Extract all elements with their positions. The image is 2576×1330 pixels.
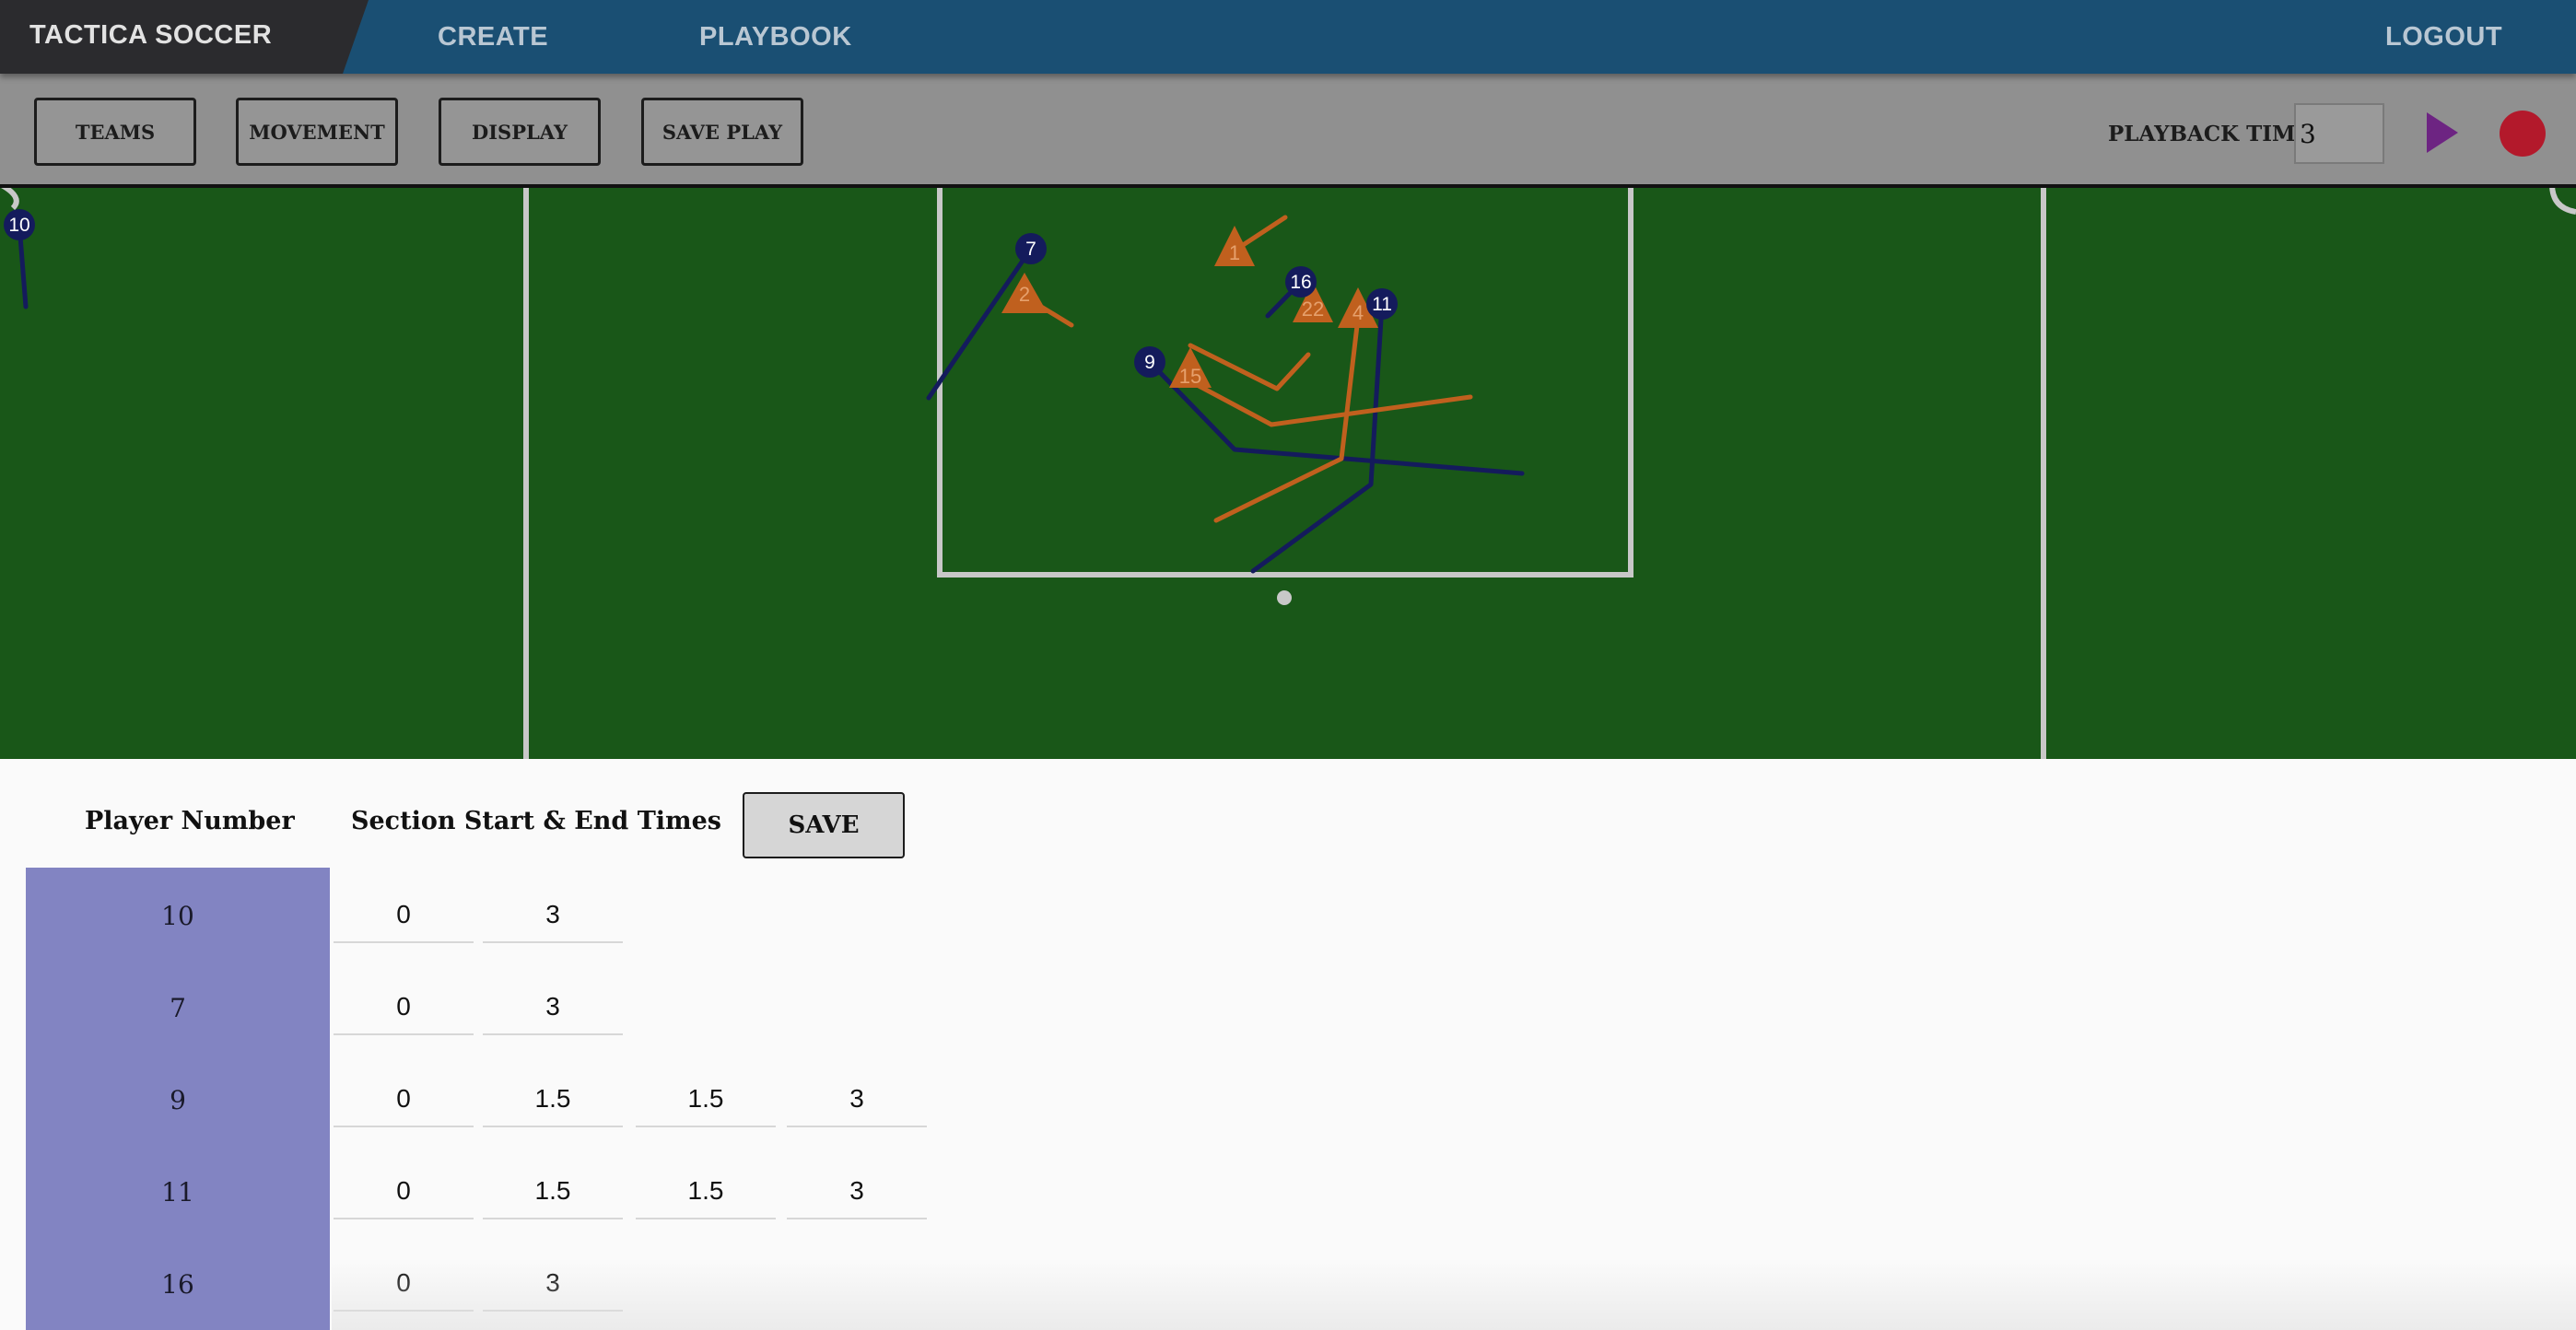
play-icon[interactable] bbox=[2427, 112, 2458, 153]
svg-text:2: 2 bbox=[1019, 283, 1030, 306]
player-number-header: Player Number bbox=[85, 807, 295, 835]
teams-button[interactable]: TEAMS bbox=[34, 98, 196, 166]
nav-logout-link[interactable]: LOGOUT bbox=[2385, 22, 2502, 52]
player-number-cell[interactable]: 16 bbox=[26, 1269, 330, 1300]
section-time-input[interactable] bbox=[483, 888, 623, 943]
table-row: 11 bbox=[0, 1146, 2576, 1238]
blue-player-10[interactable]: 10 bbox=[4, 209, 35, 240]
section-time-input[interactable] bbox=[787, 1164, 927, 1219]
nav-create-link[interactable]: CREATE bbox=[438, 22, 548, 52]
svg-text:1: 1 bbox=[1229, 241, 1240, 264]
svg-text:7: 7 bbox=[1025, 239, 1036, 260]
ball-icon[interactable] bbox=[1277, 590, 1292, 605]
playback-time-label: PLAYBACK TIME: bbox=[2108, 122, 2320, 146]
movement-button[interactable]: MOVEMENT bbox=[236, 98, 398, 166]
section-time-input[interactable] bbox=[483, 980, 623, 1035]
svg-text:22: 22 bbox=[1302, 298, 1324, 321]
player-number-cell[interactable]: 9 bbox=[26, 1085, 330, 1115]
corner-arc-right bbox=[2549, 184, 2576, 215]
section-time-input[interactable] bbox=[483, 1256, 623, 1312]
player-number-cell[interactable]: 7 bbox=[26, 993, 330, 1023]
blue-player-7[interactable]: 7 bbox=[1015, 233, 1047, 264]
svg-text:10: 10 bbox=[8, 215, 29, 236]
playback-time-input[interactable] bbox=[2294, 103, 2384, 164]
nav-playbook-link[interactable]: PLAYBOOK bbox=[699, 22, 852, 52]
path-orange-15[interactable] bbox=[1186, 378, 1473, 427]
path-orange-4[interactable] bbox=[1213, 299, 1363, 523]
section-time-input[interactable] bbox=[483, 1164, 623, 1219]
section-times-header: Section Start & End Times bbox=[351, 807, 722, 835]
field-canvas[interactable]: 1 2 22 4 15 10 7 9 16 11 bbox=[0, 184, 2576, 759]
section-time-input[interactable] bbox=[483, 1072, 623, 1127]
save-button[interactable]: SAVE bbox=[743, 792, 905, 858]
brand-name: TACTICA SOCCER bbox=[29, 20, 273, 50]
svg-text:15: 15 bbox=[1179, 365, 1201, 388]
path-blue-11[interactable] bbox=[1250, 301, 1385, 574]
blue-player-11[interactable]: 11 bbox=[1366, 288, 1398, 320]
svg-text:9: 9 bbox=[1144, 352, 1155, 373]
orange-player-1[interactable]: 1 bbox=[1214, 226, 1255, 266]
table-row: 16 bbox=[0, 1238, 2576, 1330]
section-time-input[interactable] bbox=[334, 1164, 474, 1219]
section-time-input[interactable] bbox=[636, 1072, 776, 1127]
svg-text:4: 4 bbox=[1352, 301, 1364, 324]
save-play-button[interactable]: SAVE PLAY bbox=[641, 98, 803, 166]
blue-player-16[interactable]: 16 bbox=[1285, 266, 1317, 298]
section-time-input[interactable] bbox=[334, 1072, 474, 1127]
player-number-cell[interactable]: 10 bbox=[26, 901, 330, 931]
record-icon[interactable] bbox=[2500, 111, 2546, 157]
soccer-field[interactable]: 1 2 22 4 15 10 7 9 16 11 bbox=[0, 184, 2576, 759]
field-markings bbox=[0, 184, 2576, 759]
section-time-input[interactable] bbox=[636, 1164, 776, 1219]
player-number-cell[interactable]: 11 bbox=[26, 1177, 330, 1208]
svg-text:16: 16 bbox=[1290, 272, 1311, 293]
blue-player-9[interactable]: 9 bbox=[1134, 346, 1165, 378]
section-time-input[interactable] bbox=[787, 1072, 927, 1127]
section-time-input[interactable] bbox=[334, 980, 474, 1035]
brand-logo[interactable]: TACTICA SOCCER bbox=[0, 0, 369, 74]
table-row: 7 bbox=[0, 962, 2576, 1054]
top-nav: TACTICA SOCCER CREATE PLAYBOOK LOGOUT bbox=[0, 0, 2576, 74]
section-time-input[interactable] bbox=[334, 1256, 474, 1312]
svg-text:11: 11 bbox=[1372, 294, 1392, 315]
table-row: 10 bbox=[0, 869, 2576, 962]
path-blue-7[interactable] bbox=[926, 246, 1034, 401]
display-button[interactable]: DISPLAY bbox=[439, 98, 601, 166]
table-row: 9 bbox=[0, 1054, 2576, 1146]
section-time-input[interactable] bbox=[334, 888, 474, 943]
